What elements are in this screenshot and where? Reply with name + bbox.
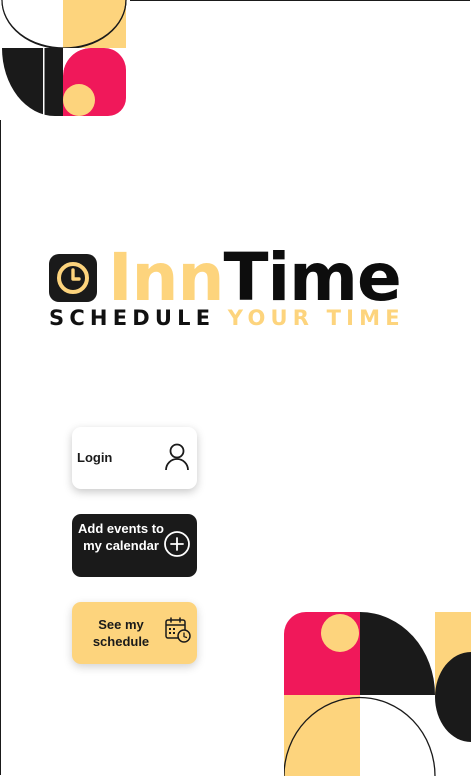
app-logo: InnTime SCHEDULE YOUR TIME	[48, 239, 428, 334]
plus-circle-icon	[163, 530, 191, 562]
see-schedule-button[interactable]: See my schedule	[72, 602, 197, 664]
add-events-button-label: Add events to my calendar	[78, 521, 164, 553]
login-button-label: Login	[77, 450, 113, 465]
tagline-part2: YOUR TIME	[227, 306, 405, 330]
add-events-button[interactable]: Add events to my calendar	[72, 514, 197, 577]
user-icon	[164, 443, 190, 475]
clock-icon	[49, 254, 97, 302]
see-schedule-button-label: See my schedule	[92, 617, 150, 649]
decorative-shapes-top	[0, 0, 130, 120]
calendar-clock-icon	[164, 616, 192, 648]
decorative-shapes-bottom	[284, 612, 471, 776]
app-title-time: Time	[223, 239, 402, 316]
login-button[interactable]: Login	[72, 427, 197, 489]
app-tagline: SCHEDULE YOUR TIME	[49, 306, 405, 330]
app-title-inn: Inn	[108, 239, 225, 316]
tagline-part1: SCHEDULE	[49, 306, 228, 330]
